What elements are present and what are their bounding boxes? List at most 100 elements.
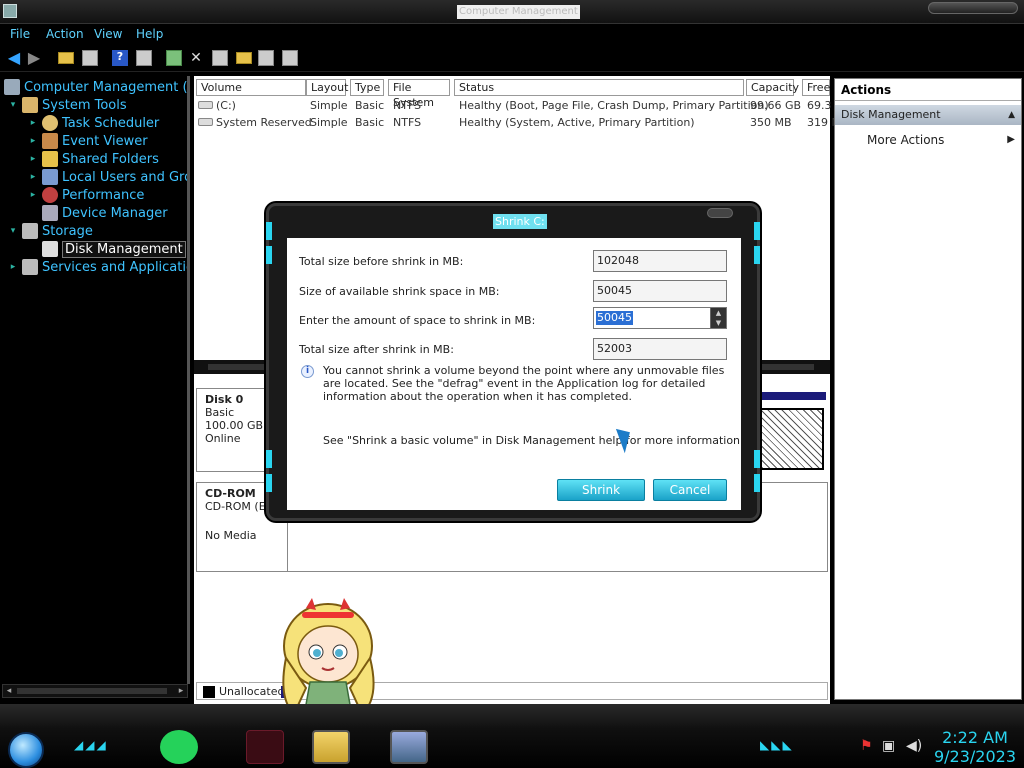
column-file-system[interactable]: File System bbox=[388, 79, 450, 109]
menu-help[interactable]: Help bbox=[136, 27, 163, 41]
media-app-icon[interactable] bbox=[246, 730, 284, 764]
shrink-amount-input[interactable]: 50045 bbox=[596, 311, 633, 325]
expand-icon[interactable]: ▸ bbox=[8, 262, 18, 272]
tree-item-disk-management[interactable]: Disk Management bbox=[28, 240, 186, 258]
frame-glow bbox=[266, 222, 272, 240]
dialog-title: Shrink C: bbox=[493, 214, 547, 229]
action-center-icon[interactable]: ⚑ bbox=[860, 738, 873, 754]
info-icon: i bbox=[301, 365, 314, 378]
window-controls[interactable] bbox=[928, 2, 1018, 14]
tree-item-device-manager[interactable]: Device Manager bbox=[28, 204, 168, 222]
cell-volume: System Reserved bbox=[216, 116, 312, 129]
computer-icon bbox=[4, 79, 20, 95]
rescan-icon[interactable] bbox=[212, 50, 228, 66]
tree-item-shared-folders[interactable]: ▸ Shared Folders bbox=[28, 150, 159, 168]
expand-icon[interactable]: ▸ bbox=[28, 136, 38, 146]
show-hide-tree-icon[interactable] bbox=[82, 50, 98, 66]
expand-icon[interactable]: ▸ bbox=[28, 172, 38, 182]
file-explorer-icon[interactable] bbox=[312, 730, 350, 764]
available-value: 50045 bbox=[593, 280, 727, 302]
frame-glow bbox=[266, 450, 272, 468]
tree-item-services-applications[interactable]: ▸ Services and Applications bbox=[8, 258, 187, 276]
more-actions[interactable]: More Actions ▶ bbox=[835, 129, 1021, 151]
menu-action[interactable]: Action bbox=[46, 27, 84, 41]
tree-item-storage[interactable]: ▾ Storage bbox=[8, 222, 93, 240]
window-titlebar[interactable]: Computer Management bbox=[0, 0, 1024, 24]
cell-type: Basic bbox=[355, 99, 385, 112]
stepper-down-icon[interactable]: ▼ bbox=[711, 318, 726, 328]
tree-item-label: Event Viewer bbox=[62, 133, 148, 149]
collapse-icon[interactable]: ▾ bbox=[8, 100, 18, 110]
scroll-thumb[interactable] bbox=[17, 688, 167, 694]
volume-row[interactable]: System Reserved Simple Basic NTFS Health… bbox=[194, 114, 841, 131]
tree-item-performance[interactable]: ▸ Performance bbox=[28, 186, 144, 204]
partition-selected[interactable] bbox=[754, 408, 824, 470]
up-folder-icon[interactable] bbox=[58, 52, 74, 64]
tree-item-local-users[interactable]: ▸ Local Users and Grou bbox=[28, 168, 187, 186]
network-icon[interactable]: ▣ bbox=[882, 738, 895, 754]
open-folder-icon[interactable] bbox=[236, 52, 252, 64]
device-manager-icon bbox=[42, 205, 58, 221]
stepper-up-icon[interactable]: ▲ bbox=[711, 308, 726, 318]
cell-volume: (C:) bbox=[216, 99, 236, 112]
actions-section-disk-management[interactable]: Disk Management ▲ bbox=[835, 105, 1021, 125]
expand-icon[interactable]: ▸ bbox=[28, 190, 38, 200]
shrink-amount-stepper[interactable]: 50045 ▲ ▼ bbox=[593, 307, 727, 329]
settings-icon[interactable] bbox=[282, 50, 298, 66]
total-before-value: 102048 bbox=[593, 250, 727, 272]
stepper-arrows[interactable]: ▲ ▼ bbox=[710, 308, 726, 328]
shared-folders-icon bbox=[42, 151, 58, 167]
tree-item-system-tools[interactable]: ▾ System Tools bbox=[8, 96, 127, 114]
forward-arrow-icon[interactable]: ▶ bbox=[26, 50, 42, 66]
actions-section-label: Disk Management bbox=[841, 108, 941, 121]
column-capacity[interactable]: Capacity bbox=[746, 79, 799, 96]
tree-item-task-scheduler[interactable]: ▸ Task Scheduler bbox=[28, 114, 159, 132]
tree-item-label: Device Manager bbox=[62, 205, 168, 221]
cancel-button[interactable]: Cancel bbox=[653, 479, 727, 501]
collapse-icon[interactable]: ▲ bbox=[1008, 105, 1015, 125]
app-icon[interactable] bbox=[3, 4, 17, 18]
column-free[interactable]: Free bbox=[802, 79, 830, 96]
expand-icon[interactable]: ▸ bbox=[28, 118, 38, 128]
back-arrow-icon[interactable]: ◀ bbox=[6, 50, 22, 66]
storage-icon bbox=[22, 223, 38, 239]
chevron-right-icon: ▶ bbox=[1007, 134, 1015, 145]
cell-layout: Simple bbox=[310, 116, 348, 129]
search-icon[interactable] bbox=[258, 50, 274, 66]
tree-item-computer-management[interactable]: Computer Management (Loc bbox=[4, 78, 188, 96]
tree-item-label: Computer Management (Loc bbox=[24, 79, 188, 95]
total-before-label: Total size before shrink in MB: bbox=[299, 255, 464, 268]
taskbar-clock[interactable]: 2:22 AM 9/23/2023 bbox=[932, 728, 1018, 766]
computer-management-taskbar-icon[interactable] bbox=[390, 730, 428, 764]
delete-icon[interactable]: ✕ bbox=[188, 50, 204, 66]
event-viewer-icon bbox=[42, 133, 58, 149]
menu-view[interactable]: View bbox=[94, 27, 122, 41]
refresh-icon[interactable] bbox=[166, 50, 182, 66]
menu-file[interactable]: File bbox=[10, 27, 30, 41]
clock-date: 9/23/2023 bbox=[933, 747, 1017, 766]
expand-icon[interactable]: ▸ bbox=[28, 154, 38, 164]
tree-item-event-viewer[interactable]: ▸ Event Viewer bbox=[28, 132, 148, 150]
column-status[interactable]: Status bbox=[454, 79, 744, 96]
cell-file-system: NTFS bbox=[393, 116, 422, 129]
volume-icon[interactable]: ◀) bbox=[906, 738, 922, 754]
column-layout[interactable]: Layout bbox=[306, 79, 348, 96]
properties-icon[interactable] bbox=[136, 50, 152, 66]
start-button[interactable] bbox=[8, 732, 44, 768]
tree-horizontal-scrollbar[interactable]: ◂ ▸ bbox=[2, 684, 188, 698]
legend-unallocated: Unallocated bbox=[219, 685, 285, 698]
scroll-left-icon[interactable]: ◂ bbox=[3, 685, 15, 697]
collapse-icon[interactable]: ▾ bbox=[8, 226, 18, 236]
column-volume[interactable]: Volume bbox=[196, 79, 306, 96]
disk-icon bbox=[42, 241, 58, 257]
notes-app-icon[interactable] bbox=[160, 730, 198, 764]
help-icon[interactable]: ? bbox=[112, 50, 128, 66]
scroll-right-icon[interactable]: ▸ bbox=[175, 685, 187, 697]
column-type[interactable]: Type bbox=[350, 79, 384, 96]
services-icon bbox=[22, 259, 38, 275]
actions-pane: Actions Disk Management ▲ More Actions ▶ bbox=[834, 78, 1022, 700]
dialog-close-button[interactable] bbox=[707, 208, 733, 218]
shrink-button[interactable]: Shrink bbox=[557, 479, 645, 501]
volume-row[interactable]: (C:) Simple Basic NTFS Healthy (Boot, Pa… bbox=[194, 97, 832, 114]
help-text[interactable]: See "Shrink a basic volume" in Disk Mana… bbox=[323, 434, 740, 447]
